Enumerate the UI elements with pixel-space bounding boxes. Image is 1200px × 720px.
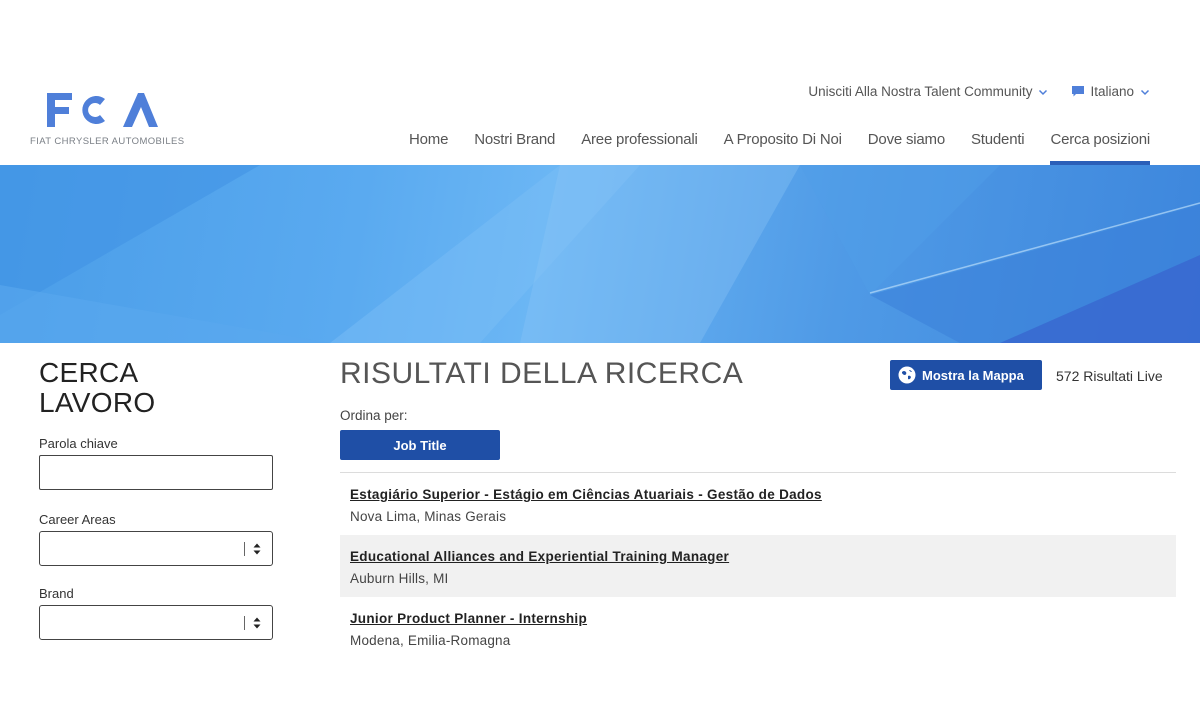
sort-job-title-button[interactable]: Job Title	[340, 430, 500, 460]
job-location: Nova Lima, Minas Gerais	[350, 509, 507, 524]
chevron-down-icon	[1140, 89, 1150, 95]
nav-students[interactable]: Studenti	[958, 128, 1037, 165]
nav-search-jobs[interactable]: Cerca posizioni	[1037, 128, 1150, 165]
site-header: FIAT CHRYSLER AUTOMOBILES Unisciti Alla …	[0, 0, 1200, 165]
job-row: Estagiário Superior - Estágio em Ciência…	[340, 473, 1176, 535]
search-sidebar: CERCA LAVORO Parola chiave Career Areas …	[39, 358, 279, 640]
utility-bar: Unisciti Alla Nostra Talent Community It…	[808, 84, 1150, 99]
language-label: Italiano	[1090, 84, 1134, 99]
job-list: Estagiário Superior - Estágio em Ciência…	[340, 473, 1176, 659]
job-title-link[interactable]: Educational Alliances and Experiential T…	[350, 549, 729, 564]
select-separator	[244, 542, 245, 556]
show-map-label: Mostra la Mappa	[922, 367, 1024, 383]
speech-bubble-icon	[1072, 86, 1085, 97]
hero-background-graphic	[0, 165, 1200, 343]
job-row: Educational Alliances and Experiential T…	[340, 535, 1176, 597]
nav-locations[interactable]: Dove siamo	[855, 128, 958, 165]
keyword-label: Parola chiave	[39, 436, 118, 451]
talent-community-label: Unisciti Alla Nostra Talent Community	[808, 84, 1033, 99]
nav-about[interactable]: A Proposito Di Noi	[711, 128, 855, 165]
brand-label: Brand	[39, 586, 74, 601]
brand-select[interactable]	[39, 605, 273, 640]
show-map-button[interactable]: Mostra la Mappa	[890, 360, 1042, 390]
job-location: Modena, Emilia-Romagna	[350, 633, 511, 648]
hero-banner	[0, 165, 1200, 343]
fca-logo[interactable]: FIAT CHRYSLER AUTOMOBILES	[30, 90, 190, 150]
sidebar-title-line1: CERCA	[39, 357, 139, 388]
main-nav: Home Nostri Brand Aree professionali A P…	[396, 128, 1150, 165]
career-areas-label: Career Areas	[39, 512, 116, 527]
sort-arrows-icon	[253, 617, 261, 629]
job-location: Auburn Hills, MI	[350, 571, 449, 586]
nav-career-areas[interactable]: Aree professionali	[568, 128, 710, 165]
sidebar-title-line2: LAVORO	[39, 387, 156, 418]
nav-brands[interactable]: Nostri Brand	[461, 128, 568, 165]
sort-label: Ordina per:	[340, 408, 408, 423]
sort-arrows-icon	[253, 543, 261, 555]
job-row: Junior Product Planner - Internship Mode…	[340, 597, 1176, 659]
chevron-down-icon	[1039, 89, 1048, 95]
nav-home[interactable]: Home	[396, 128, 461, 165]
select-separator	[244, 616, 245, 630]
job-title-link[interactable]: Junior Product Planner - Internship	[350, 611, 587, 626]
logo-subtitle: FIAT CHRYSLER AUTOMOBILES	[30, 136, 185, 147]
talent-community-link[interactable]: Unisciti Alla Nostra Talent Community	[808, 84, 1048, 99]
sidebar-title: CERCA LAVORO	[39, 358, 279, 418]
keyword-input[interactable]	[39, 455, 273, 490]
career-areas-select[interactable]	[39, 531, 273, 566]
fca-logo-mark	[47, 93, 158, 127]
globe-icon	[898, 366, 916, 384]
results-count: 572 Risultati Live	[1056, 368, 1163, 384]
results-title: RISULTATI DELLA RICERCA	[340, 357, 744, 390]
job-title-link[interactable]: Estagiário Superior - Estágio em Ciência…	[350, 487, 822, 502]
language-selector[interactable]: Italiano	[1072, 84, 1150, 99]
